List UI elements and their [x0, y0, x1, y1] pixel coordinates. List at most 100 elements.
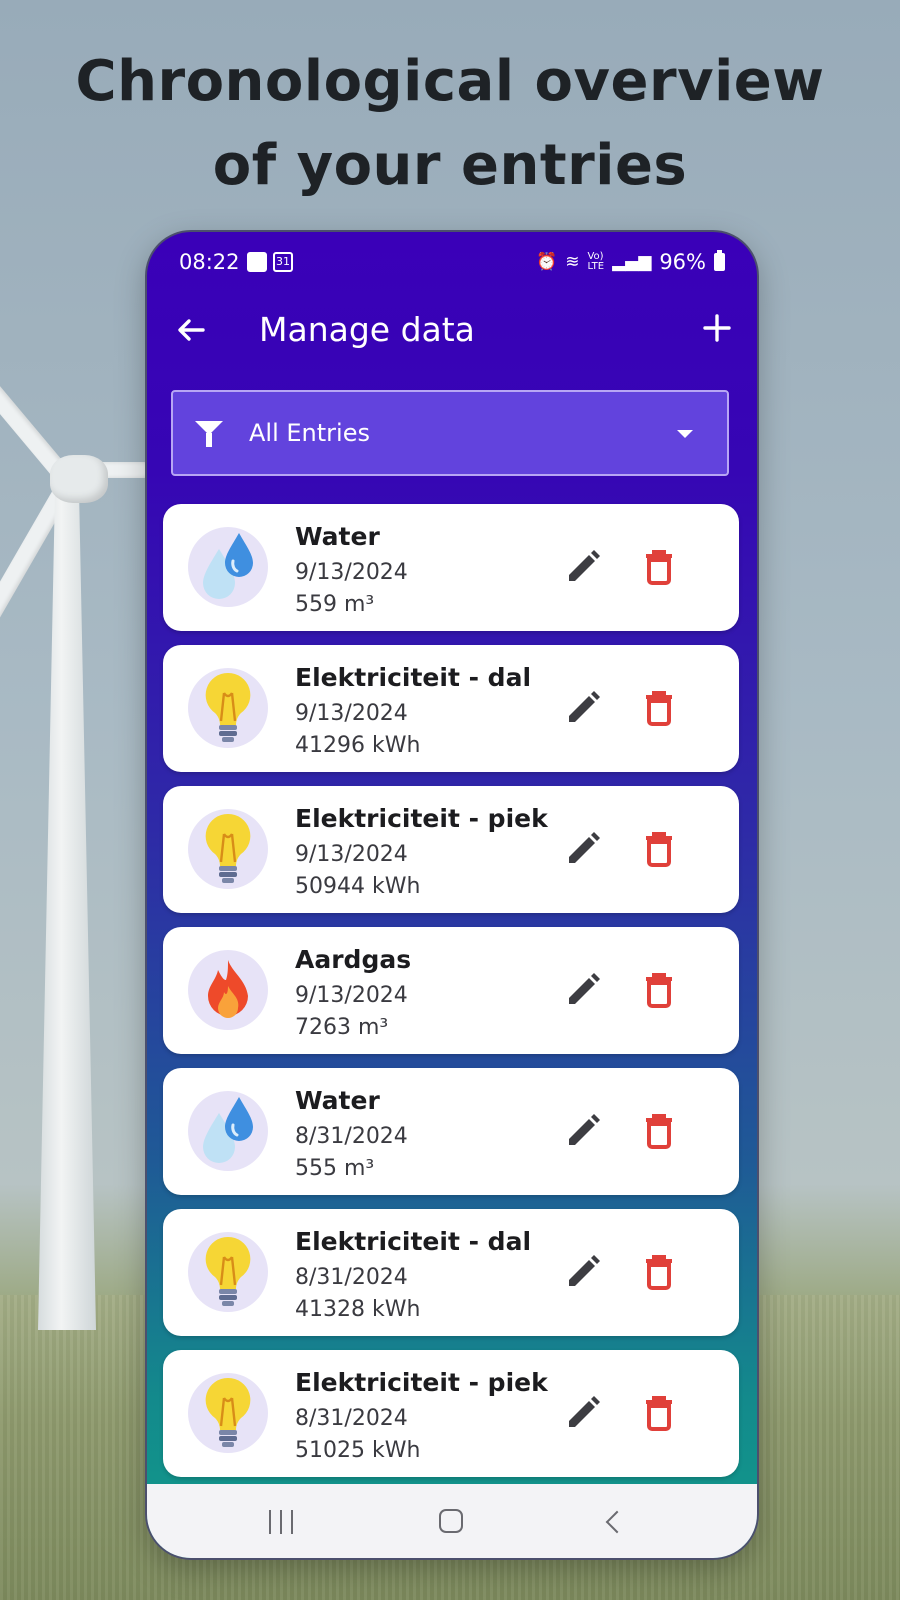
plus-icon: [703, 314, 731, 342]
delete-entry-button[interactable]: [639, 970, 679, 1010]
delete-entry-button[interactable]: [639, 829, 679, 869]
entry-date: 8/31/2024: [295, 1406, 408, 1431]
entry-title: Water: [295, 1086, 380, 1115]
trash-icon: [646, 691, 672, 726]
delete-entry-button[interactable]: [639, 1393, 679, 1433]
entry-avatar: [188, 527, 268, 607]
home-button[interactable]: [439, 1509, 463, 1533]
edit-entry-button[interactable]: [563, 829, 603, 869]
promo-headline: Chronological overview of your entries: [0, 40, 900, 208]
battery-icon: [714, 250, 725, 271]
battery-percentage: 96%: [659, 250, 706, 274]
back-button[interactable]: [169, 308, 213, 352]
wifi-icon: ≋: [565, 252, 580, 272]
status-time: 08:22: [179, 250, 240, 274]
entry-avatar: [188, 1091, 268, 1171]
phone-frame: 08:22 31 ⏰ ≋ Vo)LTE ▂▄▆ 96% Manage data: [145, 230, 759, 1560]
entry-card[interactable]: Water 8/31/2024 555 m³: [163, 1068, 739, 1195]
entry-avatar: [188, 1373, 268, 1453]
recent-apps-button[interactable]: [269, 1510, 295, 1534]
system-nav-bar: [147, 1484, 757, 1558]
trash-icon: [646, 832, 672, 867]
entry-title: Elektriciteit - piek: [295, 804, 548, 833]
entry-date: 9/13/2024: [295, 701, 408, 726]
entry-value: 41328 kWh: [295, 1297, 421, 1322]
water-drops-icon: [197, 1095, 259, 1167]
entry-card[interactable]: Elektriciteit - dal 9/13/2024 41296 kWh: [163, 645, 739, 772]
filter-selected-value: All Entries: [249, 419, 370, 447]
gallery-icon: [247, 252, 267, 272]
trash-icon: [646, 1114, 672, 1149]
entry-date: 8/31/2024: [295, 1124, 408, 1149]
delete-entry-button[interactable]: [639, 1252, 679, 1292]
entry-avatar: [188, 668, 268, 748]
entry-title: Water: [295, 522, 380, 551]
signal-icon: ▂▄▆: [612, 252, 652, 272]
arrow-left-icon: [178, 319, 205, 341]
delete-entry-button[interactable]: [639, 547, 679, 587]
pencil-icon: [569, 1396, 600, 1427]
entry-value: 7263 m³: [295, 1015, 389, 1040]
trash-icon: [646, 973, 672, 1008]
entry-card[interactable]: Elektriciteit - piek 8/31/2024 51025 kWh: [163, 1350, 739, 1477]
entry-list: Water 9/13/2024 559 m³ Elektriciteit - dal 9…: [163, 504, 739, 1491]
entry-title: Elektriciteit - piek: [295, 1368, 548, 1397]
pencil-icon: [569, 550, 600, 581]
wind-turbine-hub: [50, 455, 108, 503]
dropdown-caret-icon: [677, 430, 693, 438]
system-back-button[interactable]: [605, 1510, 629, 1534]
filter-icon: [195, 419, 223, 447]
trash-icon: [646, 1255, 672, 1290]
delete-entry-button[interactable]: [639, 688, 679, 728]
edit-entry-button[interactable]: [563, 1111, 603, 1151]
entry-avatar: [188, 950, 268, 1030]
entry-avatar: [188, 1232, 268, 1312]
entry-title: Elektriciteit - dal: [295, 663, 532, 692]
lightbulb-icon: [204, 1235, 252, 1309]
entry-value: 559 m³: [295, 592, 375, 617]
alarm-icon: ⏰: [536, 252, 558, 272]
pencil-icon: [569, 832, 600, 863]
delete-entry-button[interactable]: [639, 1111, 679, 1151]
entry-title: Aardgas: [295, 945, 412, 974]
entry-value: 41296 kWh: [295, 733, 421, 758]
entry-title: Elektriciteit - dal: [295, 1227, 532, 1256]
edit-entry-button[interactable]: [563, 688, 603, 728]
lightbulb-icon: [204, 1376, 252, 1450]
entry-card[interactable]: Elektriciteit - dal 8/31/2024 41328 kWh: [163, 1209, 739, 1336]
pencil-icon: [569, 1114, 600, 1145]
trash-icon: [646, 550, 672, 585]
entry-date: 9/13/2024: [295, 983, 408, 1008]
edit-entry-button[interactable]: [563, 1252, 603, 1292]
calendar-icon: 31: [273, 252, 293, 272]
edit-entry-button[interactable]: [563, 1393, 603, 1433]
status-bar: 08:22 31 ⏰ ≋ Vo) LTE ▂▄▆ 96%: [147, 242, 757, 282]
entry-card[interactable]: Aardgas 9/13/2024 7263 m³: [163, 927, 739, 1054]
app-bar: Manage data: [147, 292, 757, 372]
water-drops-icon: [197, 531, 259, 603]
pencil-icon: [569, 691, 600, 722]
page-title: Manage data: [259, 310, 475, 349]
pencil-icon: [569, 1255, 600, 1286]
entry-avatar: [188, 809, 268, 889]
status-notification-icons: 31: [247, 252, 293, 272]
pencil-icon: [569, 973, 600, 1004]
trash-icon: [646, 1396, 672, 1431]
entry-card[interactable]: Elektriciteit - piek 9/13/2024 50944 kWh: [163, 786, 739, 913]
add-entry-button[interactable]: [695, 306, 739, 350]
entry-date: 8/31/2024: [295, 1265, 408, 1290]
entry-value: 555 m³: [295, 1156, 375, 1181]
entry-filter-dropdown[interactable]: All Entries: [171, 390, 729, 476]
volte-icon: Vo) LTE: [587, 251, 605, 272]
lightbulb-icon: [204, 671, 252, 745]
entry-date: 9/13/2024: [295, 560, 408, 585]
lightbulb-icon: [204, 812, 252, 886]
entry-value: 51025 kWh: [295, 1438, 421, 1463]
edit-entry-button[interactable]: [563, 547, 603, 587]
wind-turbine-tower: [38, 470, 96, 1330]
entry-date: 9/13/2024: [295, 842, 408, 867]
status-system-icons: ⏰ ≋ Vo) LTE ▂▄▆ 96%: [536, 250, 725, 274]
headline-line-2: of your entries: [212, 133, 688, 198]
edit-entry-button[interactable]: [563, 970, 603, 1010]
entry-card[interactable]: Water 9/13/2024 559 m³: [163, 504, 739, 631]
